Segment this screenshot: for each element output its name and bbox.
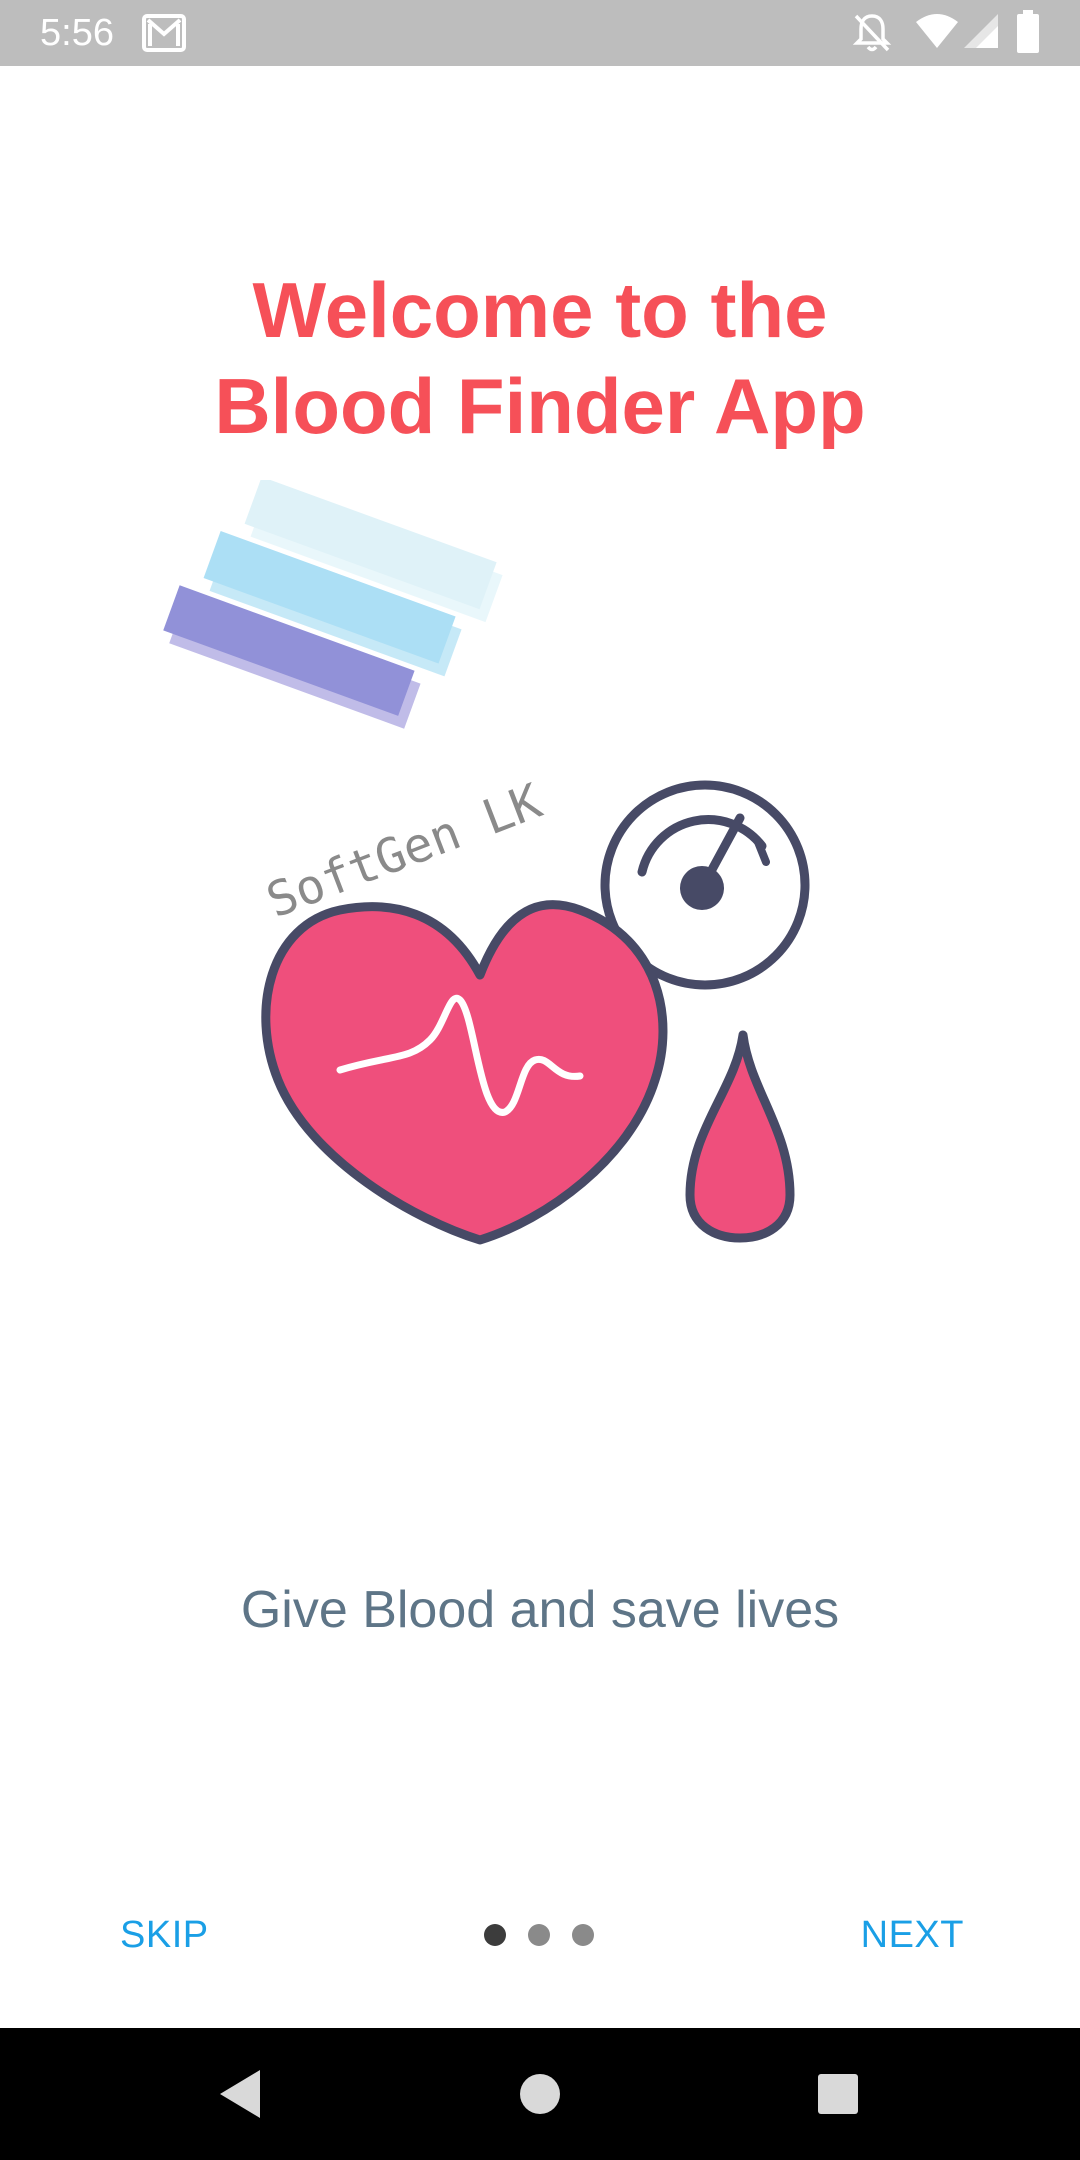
page-dot-2[interactable] [528,1924,550,1946]
blood-drop-icon [685,1030,795,1243]
blood-donation-illustration: SoftGen LK [160,476,840,1260]
softgen-watermark: SoftGen LK [259,773,549,929]
gmail-icon [142,14,186,57]
heart-icon [261,900,668,1245]
battery-icon [1016,10,1040,59]
welcome-title-line2: Blood Finder App [214,362,866,450]
navigation-bar [0,2028,1080,2160]
status-time: 5:56 [40,12,114,54]
decorative-stripes [163,476,503,729]
next-button[interactable]: NEXT [861,1905,964,1965]
page-indicator [478,1920,618,1950]
signal-icon [962,12,1000,55]
welcome-title: Welcome to the Blood Finder App [0,262,1080,454]
skip-button[interactable]: SKIP [120,1905,209,1965]
back-icon[interactable] [200,2054,280,2134]
page-dot-1[interactable] [484,1924,506,1946]
status-bar: 5:56 [0,0,1080,66]
wifi-icon [914,12,960,55]
notifications-off-icon [852,12,892,59]
welcome-title-line1: Welcome to the [252,266,828,354]
page-dot-3[interactable] [572,1924,594,1946]
tagline: Give Blood and save lives [240,1581,840,1639]
home-icon[interactable] [500,2054,580,2134]
recents-icon[interactable] [798,2054,878,2134]
